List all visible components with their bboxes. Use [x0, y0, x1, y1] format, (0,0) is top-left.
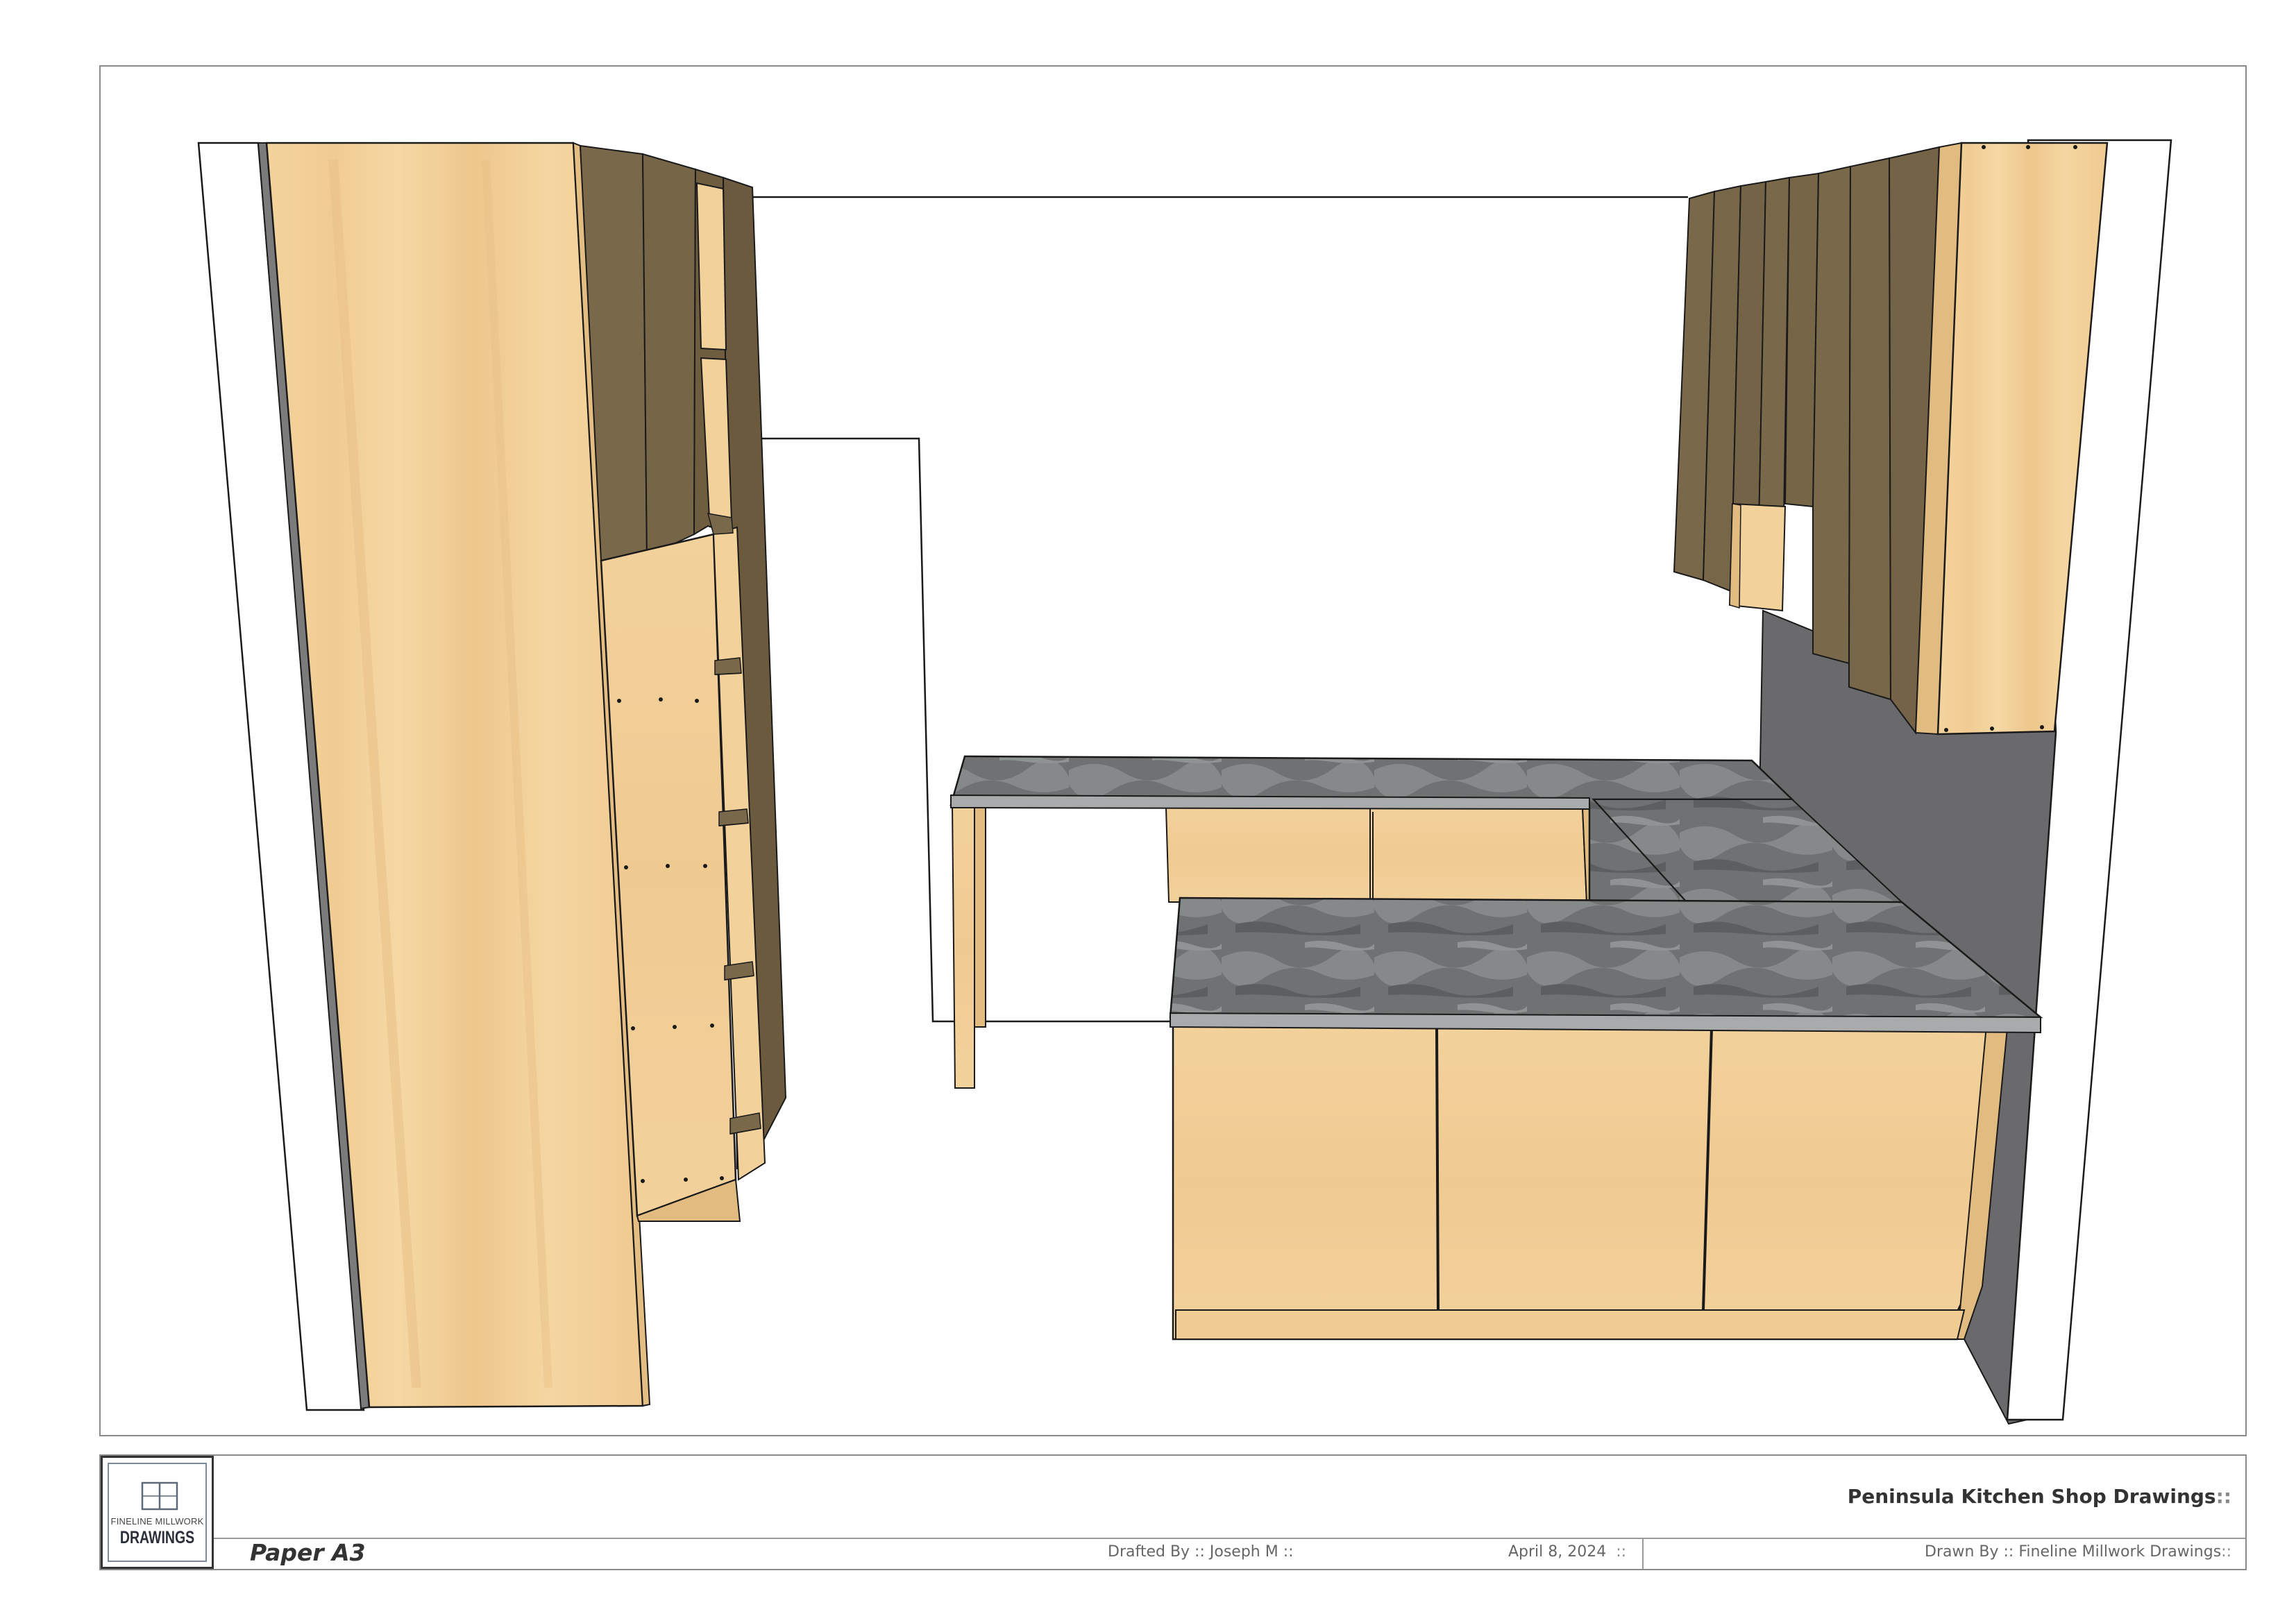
date-text: April 8, 2024	[1508, 1543, 1607, 1561]
window-icon	[141, 1481, 178, 1511]
drawn-by-field: Drawn By :: Fineline Millwork Drawings::	[1925, 1543, 2231, 1561]
drawing-title-suffix: ::	[2215, 1485, 2231, 1508]
date-field: April 8, 2024 ::	[1508, 1543, 1626, 1561]
title-block-divider	[214, 1538, 2245, 1539]
date-suffix: ::	[1616, 1543, 1627, 1561]
peninsula	[1169, 897, 2043, 1341]
title-block-column-divider	[1642, 1538, 1644, 1569]
logo-small-text: FINELINE MILLWORK	[110, 1516, 204, 1527]
kitchen-3d-drawing	[197, 139, 2172, 1425]
upper-cabinet-run	[1673, 142, 2109, 736]
drawn-by-text: Drawn By :: Fineline Millwork Drawings	[1925, 1543, 2222, 1561]
drawing-title: Peninsula Kitchen Shop Drawings::	[1848, 1485, 2231, 1508]
drawing-title-text: Peninsula Kitchen Shop Drawings	[1847, 1485, 2216, 1508]
drafted-by-field: Drafted By :: Joseph M ::	[1108, 1543, 1294, 1561]
title-block: FINELINE MILLWORK DRAWINGS Peninsula Kit…	[99, 1454, 2247, 1570]
logo-big-text: DRAWINGS	[119, 1528, 195, 1547]
drawing-sheet: FINELINE MILLWORK DRAWINGS Peninsula Kit…	[0, 0, 2296, 1623]
paper-size-label: Paper A3	[250, 1539, 366, 1566]
company-logo: FINELINE MILLWORK DRAWINGS	[101, 1456, 214, 1569]
drawn-by-suffix: ::	[2221, 1543, 2231, 1561]
